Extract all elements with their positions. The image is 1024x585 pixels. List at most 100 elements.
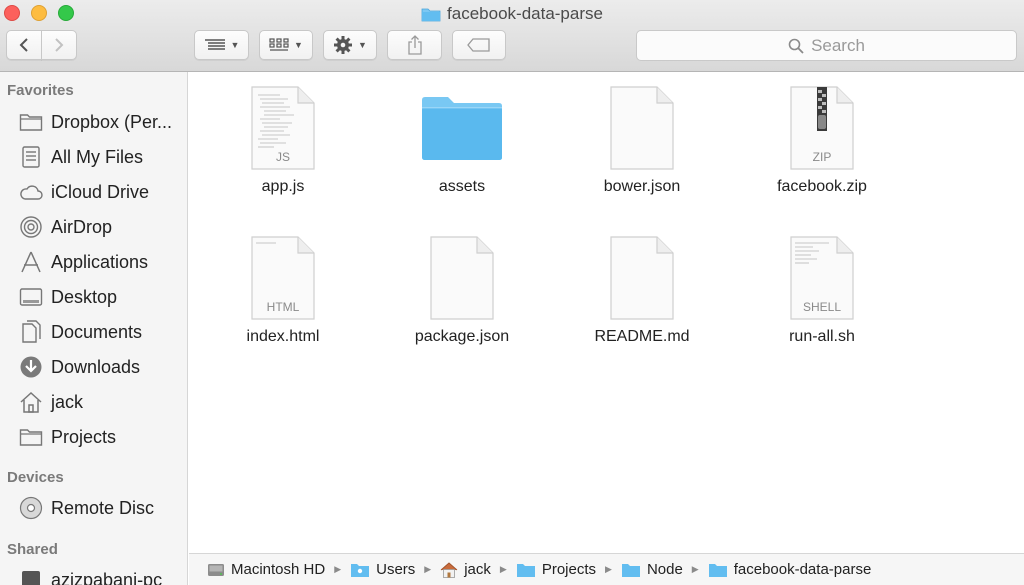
sidebar-item-label: Documents (51, 321, 143, 342)
folder-icon (621, 562, 641, 578)
sidebar-heading-shared: Shared (7, 541, 58, 558)
path-item-projects[interactable]: Projects (516, 561, 596, 578)
sidebar-item-label: All My Files (51, 146, 144, 167)
sidebar-item-remote-disc[interactable]: Remote Disc (18, 493, 184, 523)
sidebar-item-projects[interactable]: Projects (18, 422, 184, 452)
sidebar-item-label: Projects (51, 426, 117, 447)
file-name: package.json (414, 328, 510, 345)
users-folder-icon (350, 562, 370, 578)
documents-icon (18, 320, 44, 344)
sidebar-item-desktop[interactable]: Desktop (18, 282, 184, 312)
json-file-icon (417, 232, 507, 324)
path-separator-icon: ▶ (424, 564, 432, 574)
svg-text:JS: JS (276, 150, 290, 164)
share-button[interactable] (387, 30, 442, 60)
file-name: assets (438, 178, 486, 195)
home-icon (440, 561, 458, 578)
file-item-package-json[interactable]: package.json (387, 232, 537, 346)
sidebar-item-azizpabani-pc[interactable]: azizpabani-pc (18, 565, 184, 585)
folder-icon (708, 562, 728, 578)
path-item-label: Projects (541, 561, 597, 578)
tags-button[interactable] (452, 30, 506, 60)
airdrop-icon (18, 215, 44, 239)
html-file-icon: HTML (238, 232, 328, 324)
file-name: run-all.sh (789, 328, 855, 345)
arrange-button[interactable]: ▼ (259, 30, 313, 60)
sidebar-item-label: iCloud Drive (51, 181, 150, 202)
shell-script-icon: SHELL (777, 232, 867, 324)
sidebar-item-label: Remote Disc (51, 497, 155, 518)
folder-icon (421, 6, 441, 28)
action-button[interactable]: ▼ (323, 30, 377, 60)
back-button[interactable] (6, 30, 42, 60)
path-item-users[interactable]: Users (350, 561, 415, 578)
search-icon (788, 38, 804, 54)
path-item-label: Macintosh HD (231, 561, 326, 578)
file-item-run-all-sh[interactable]: SHELL run-all.sh (747, 232, 897, 346)
path-item-label: Node (646, 561, 683, 578)
zip-file-icon: ZIP (777, 82, 867, 174)
file-name: facebook.zip (777, 178, 867, 195)
json-file-icon (597, 82, 687, 174)
grid-view-icon (269, 38, 289, 51)
list-view-icon (204, 39, 225, 50)
javascript-file-icon: JS (238, 82, 328, 174)
sidebar-item-label: Downloads (51, 356, 141, 377)
path-separator-icon: ▶ (334, 564, 342, 574)
downloads-icon (18, 355, 44, 379)
sidebar-item-documents[interactable]: Documents (18, 317, 184, 347)
forward-button[interactable] (41, 30, 77, 60)
file-item-facebook-zip[interactable]: ZIP facebook.zip (747, 82, 897, 196)
sidebar-item-airdrop[interactable]: AirDrop (18, 212, 184, 242)
svg-text:SHELL: SHELL (803, 300, 841, 314)
chevron-left-icon (19, 38, 28, 52)
path-separator-icon: ▶ (499, 564, 507, 574)
file-item-bower-json[interactable]: bower.json (567, 82, 717, 196)
gear-icon (334, 36, 353, 54)
file-icon-grid: JS app.js assets bower.json ZIP facebook… (189, 72, 1024, 553)
chevron-down-icon: ▼ (294, 40, 303, 50)
path-item-facebook-data-parse[interactable]: facebook-data-parse (708, 561, 872, 578)
file-item-app-js[interactable]: JS app.js (208, 82, 358, 196)
svg-text:ZIP: ZIP (813, 150, 832, 164)
file-item-assets[interactable]: assets (387, 82, 537, 196)
sidebar-item-icloud-drive[interactable]: iCloud Drive (18, 177, 184, 207)
path-item-node[interactable]: Node (621, 561, 683, 578)
sidebar-item-label: jack (51, 391, 84, 412)
home-icon (18, 390, 44, 414)
window-title-text: facebook-data-parse (447, 4, 603, 23)
pc-icon (18, 568, 44, 585)
chevron-down-icon: ▼ (230, 40, 240, 50)
sidebar-item-label: azizpabani-pc (51, 569, 163, 585)
sidebar-item-jack[interactable]: jack (18, 387, 184, 417)
file-item-readme-md[interactable]: README.md (567, 232, 717, 346)
window-title: facebook-data-parse (0, 3, 1024, 28)
sidebar-item-applications[interactable]: Applications (18, 247, 184, 277)
sidebar-item-label: Applications (51, 251, 149, 272)
sidebar-item-dropbox[interactable]: Dropbox (Per... (18, 107, 184, 137)
path-item-jack[interactable]: jack (440, 561, 491, 578)
sidebar-item-label: Dropbox (Per... (51, 111, 173, 132)
sidebar-item-downloads[interactable]: Downloads (18, 352, 184, 382)
share-icon (407, 35, 422, 55)
list-view-button[interactable]: ▼ (194, 30, 249, 60)
chevron-down-icon: ▼ (358, 40, 367, 50)
hard-drive-icon (207, 562, 225, 578)
markdown-file-icon (597, 232, 687, 324)
all-files-icon (18, 145, 44, 169)
search-field[interactable]: Search (636, 30, 1017, 61)
path-separator-icon: ▶ (605, 564, 612, 574)
path-item-label: facebook-data-parse (733, 561, 872, 578)
cloud-icon (18, 180, 44, 204)
sidebar-item-all-my-files[interactable]: All My Files (18, 142, 184, 172)
window-toolbar: facebook-data-parse ▼ ▼ ▼ Search (0, 0, 1024, 72)
sidebar-heading-devices: Devices (7, 469, 64, 486)
file-item-index-html[interactable]: HTML index.html (208, 232, 358, 346)
path-item-macintosh-hd[interactable]: Macintosh HD (207, 561, 325, 578)
desktop-icon (18, 285, 44, 309)
file-name: index.html (246, 328, 320, 345)
sidebar-item-label: Desktop (51, 286, 118, 307)
path-separator-icon: ▶ (691, 564, 699, 574)
file-name: README.md (594, 328, 690, 345)
sidebar: Favorites Dropbox (Per... All My Files i… (0, 72, 188, 585)
